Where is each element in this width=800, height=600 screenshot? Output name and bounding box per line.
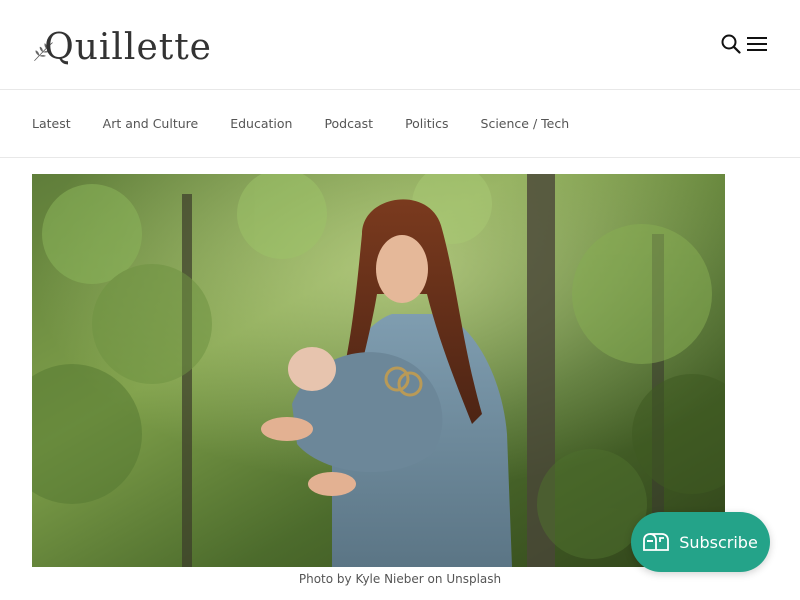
site-logo[interactable]: Quillette xyxy=(32,24,212,72)
hero-caption: Photo by Kyle Nieber on Unsplash xyxy=(0,572,800,586)
hamburger-menu-icon xyxy=(747,37,767,51)
hero-image xyxy=(32,174,725,567)
site-header: Quillette xyxy=(0,0,800,90)
caption-prefix: Photo by xyxy=(298,572,352,586)
subscribe-label: Subscribe xyxy=(679,532,758,552)
caption-author-link[interactable]: Kyle Nieber xyxy=(355,572,423,586)
search-icon xyxy=(721,34,741,54)
nav-item-podcast[interactable]: Podcast xyxy=(324,116,373,131)
header-actions xyxy=(720,32,768,56)
nav-item-science-tech[interactable]: Science / Tech xyxy=(481,116,570,131)
nav-list: Latest Art and Culture Education Podcast… xyxy=(32,90,569,156)
nav-item-latest[interactable]: Latest xyxy=(32,116,71,131)
nav-item-education[interactable]: Education xyxy=(230,116,292,131)
site-name: Quillette xyxy=(44,27,212,68)
nav-item-politics[interactable]: Politics xyxy=(405,116,448,131)
primary-nav: Latest Art and Culture Education Podcast… xyxy=(0,90,800,158)
menu-button[interactable] xyxy=(746,32,768,56)
caption-source-link[interactable]: Unsplash xyxy=(446,572,501,586)
search-button[interactable] xyxy=(720,32,742,56)
mailbox-icon xyxy=(643,533,670,551)
caption-on: on xyxy=(427,572,443,586)
subscribe-button[interactable]: Subscribe xyxy=(631,512,770,572)
nav-item-art-and-culture[interactable]: Art and Culture xyxy=(103,116,199,131)
